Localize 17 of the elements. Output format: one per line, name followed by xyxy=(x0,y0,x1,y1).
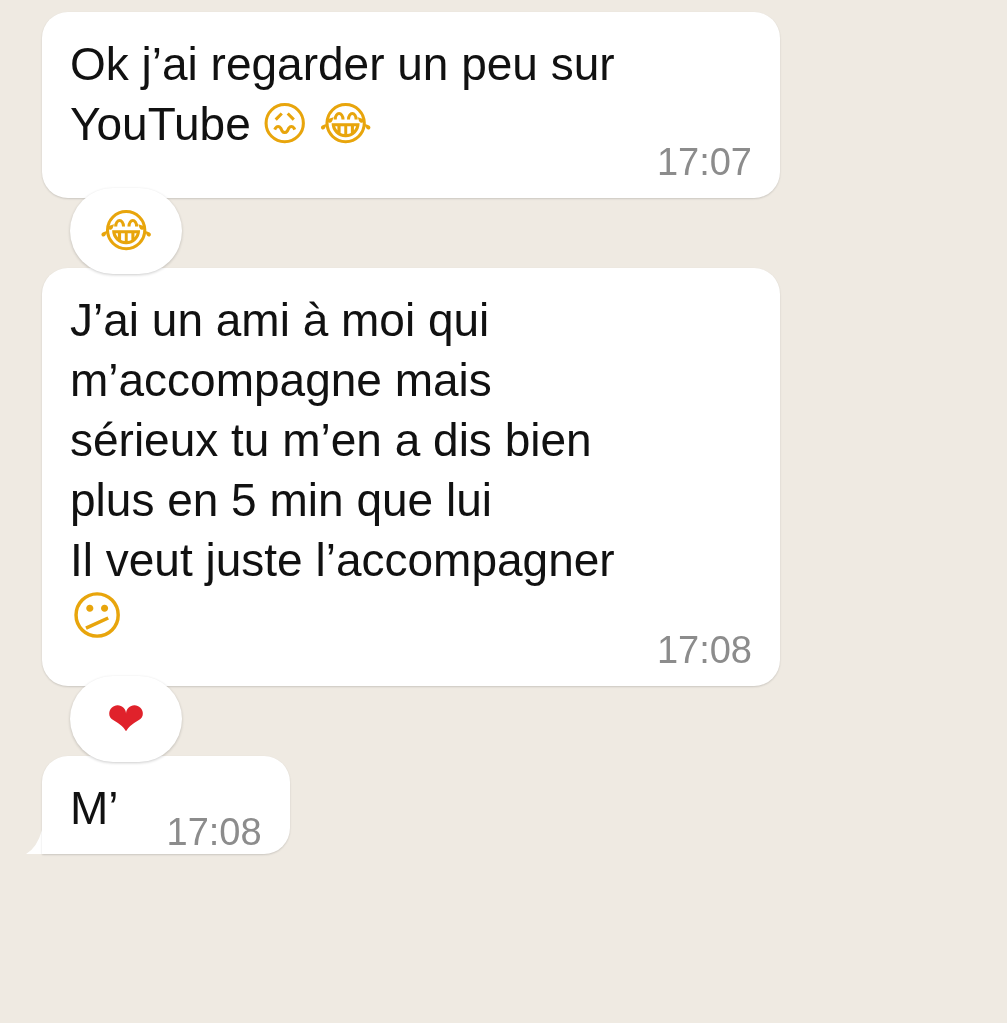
reaction-emoji: 😂 xyxy=(99,208,153,254)
message-text: YouTube xyxy=(70,97,251,152)
message-text: m’accompagne mais xyxy=(70,353,492,408)
message-text: plus en 5 min que lui xyxy=(70,473,492,528)
message-time: 17:07 xyxy=(656,142,752,182)
message-text: J’ai un ami à moi qui xyxy=(70,293,490,348)
emoji: 😖 xyxy=(260,101,309,147)
emoji: 😕 xyxy=(70,590,125,642)
message-time: 17:08 xyxy=(166,810,262,854)
message-text: M’ xyxy=(70,781,119,836)
reaction-badge[interactable]: ❤ xyxy=(70,676,182,762)
message-text: Ok j’ai regarder un peu sur xyxy=(70,37,615,92)
message-text: sérieux tu m’en a dis bien xyxy=(70,413,592,468)
message-time: 17:08 xyxy=(656,630,752,670)
reaction-emoji: ❤ xyxy=(106,696,146,742)
message-text: Il veut juste l’accompagner xyxy=(70,533,615,588)
emoji: 😂 xyxy=(318,101,373,147)
